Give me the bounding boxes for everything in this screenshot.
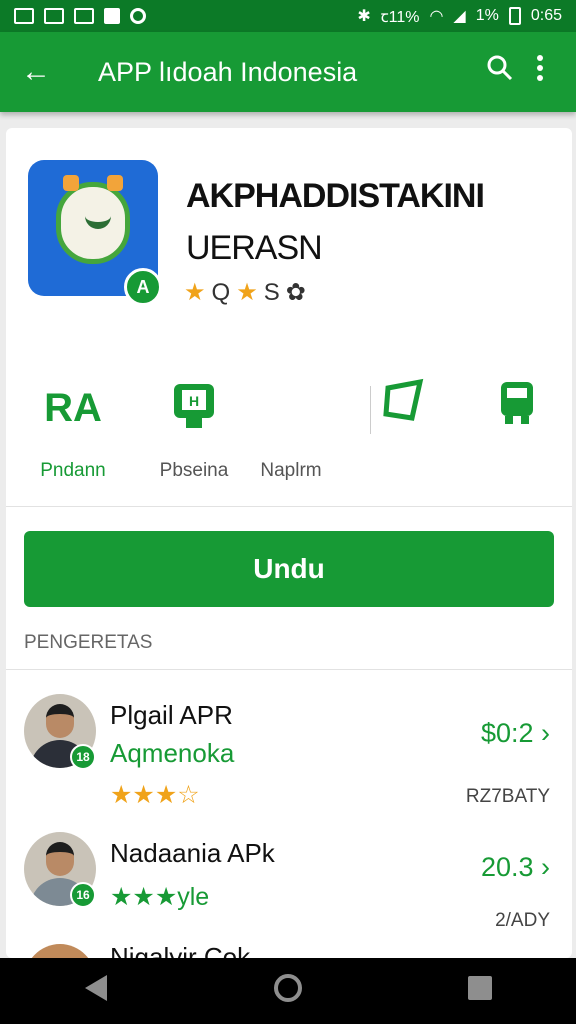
- gear-icon: ✿: [285, 279, 306, 306]
- action-item-3[interactable]: Naplrm: [246, 378, 336, 482]
- signal-icon: ◢: [453, 8, 466, 25]
- action-item-2[interactable]: H Pbseina: [144, 378, 244, 482]
- item-stars: ★★★☆: [110, 781, 200, 809]
- search-icon[interactable]: [480, 54, 520, 90]
- star-icon: ★: [184, 279, 206, 306]
- item-name: Nadaania APk: [110, 838, 275, 868]
- page-title: APP lıdoah Indonesia: [98, 56, 358, 87]
- app-bar: ← APP lıdoah Indonesia: [0, 32, 576, 112]
- avatar: [24, 944, 96, 958]
- status-bar: ✱ ꞇ11% ◠ ◢ 1% 0:65: [0, 0, 576, 32]
- item-meta: 2/ADY: [495, 910, 550, 931]
- square-icon: [104, 8, 120, 24]
- rating-text-1: Q: [211, 278, 231, 306]
- action-item-4[interactable]: [376, 378, 436, 438]
- item-name: Plgail APR: [110, 700, 233, 730]
- app-title-line1: AKPHADDISTAKINI: [186, 177, 485, 215]
- install-button[interactable]: Undu: [24, 531, 554, 607]
- android-icon: H: [144, 378, 244, 438]
- app-detail-card: A AKPHADDISTAKINI UERASN ★ Q ★ S ✿ RA Pn…: [6, 128, 572, 958]
- back-arrow-icon[interactable]: ←: [16, 55, 56, 89]
- item-name: Nigalyir Cok: [110, 942, 251, 958]
- bus-icon: [492, 378, 542, 438]
- camera-icon: [74, 8, 94, 24]
- action-item-5[interactable]: [492, 378, 542, 438]
- battery-text: 1%: [475, 7, 499, 24]
- action-label-1: Pndann: [40, 460, 106, 481]
- home-icon[interactable]: [258, 973, 318, 1009]
- app-title: AKPHADDISTAKINI UERASN: [186, 170, 485, 274]
- avatar-badge: 18: [70, 744, 96, 770]
- wifi-icon: ◠: [429, 8, 444, 25]
- avatar-badge: 16: [70, 882, 96, 908]
- image-icon: [14, 8, 34, 24]
- app-rating: ★ Q ★ S ✿: [184, 278, 306, 307]
- status-time: 0:65: [530, 7, 562, 24]
- list-item[interactable]: 16 Nadaania APk ★★★yle 20.3 › 2/ADY: [6, 826, 572, 956]
- item-stars: ★★★yle: [110, 882, 209, 912]
- more-vert-icon[interactable]: [520, 54, 560, 90]
- app-title-line2: UERASN: [186, 229, 323, 267]
- cast-icon: [44, 8, 64, 24]
- flag-icon: [246, 378, 336, 438]
- star-icon: ★: [236, 279, 258, 306]
- action-label-3: Naplrm: [260, 460, 322, 481]
- record-icon: [130, 8, 146, 24]
- rating-text-2: S: [263, 278, 280, 306]
- item-price[interactable]: 20.3 ›: [481, 852, 550, 883]
- app-badge: A: [124, 268, 162, 306]
- status-extra: ꞇ11%: [380, 9, 420, 26]
- divider: [370, 386, 371, 434]
- divider: [6, 669, 572, 670]
- recent-apps-icon[interactable]: [450, 975, 510, 1007]
- list-item[interactable]: 18 Plgail APR Aqmenoka ★★★☆ $0:2 › RZ7BA…: [6, 688, 572, 818]
- map-icon: [376, 378, 436, 438]
- system-nav-bar: [0, 958, 576, 1024]
- svg-text:H: H: [189, 393, 199, 409]
- item-price[interactable]: $0:2 ›: [481, 718, 550, 749]
- back-icon[interactable]: [66, 974, 126, 1008]
- robot-icon: [56, 175, 130, 264]
- item-subtitle: Aqmenoka: [110, 738, 235, 768]
- item-stars-suffix: yle: [177, 883, 210, 911]
- list-item[interactable]: Nigalyir Cok: [6, 940, 572, 958]
- action-row: RA Pndann H Pbseina Naplrm: [6, 378, 572, 481]
- bluetooth-icon: ✱: [357, 8, 371, 25]
- item-meta: RZ7BATY: [465, 786, 550, 807]
- divider: [6, 506, 572, 507]
- battery-icon: [508, 7, 521, 25]
- section-title: PENGERETAS: [24, 632, 153, 653]
- action-item-1[interactable]: RA Pndann: [28, 378, 118, 482]
- item-stars-glyphs: ★★★: [110, 883, 178, 911]
- action-label-2: Pbseina: [159, 460, 229, 481]
- action-icon-1: RA: [44, 386, 102, 430]
